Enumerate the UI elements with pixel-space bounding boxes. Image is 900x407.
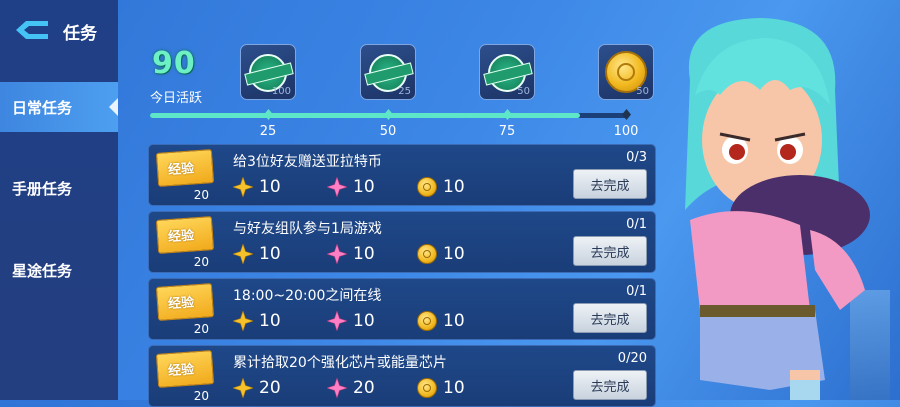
gold-coin-icon — [417, 244, 437, 264]
task-reward: 10 — [417, 311, 465, 331]
character-illustration — [685, 18, 870, 400]
pink-star-icon — [327, 244, 347, 264]
activity-progress-fill — [150, 113, 580, 118]
exp-ticket-label: 经验 — [167, 362, 195, 380]
task-reward: 10 — [417, 244, 465, 264]
task-progress: 0/1 — [626, 284, 647, 299]
task-reward: 10 — [233, 244, 281, 264]
exp-ticket-icon: 经验 — [155, 350, 215, 388]
milestone-reward-count: 50 — [517, 86, 530, 97]
task-card: 经验 20 18:00~20:00之间在线 0/1 10 10 10 去完成 — [148, 278, 656, 340]
exp-count: 20 — [193, 389, 209, 403]
milestone-marker-icon — [384, 109, 393, 120]
exp-ticket-label: 经验 — [167, 161, 195, 179]
task-card: 经验 20 给3位好友赠送亚拉特币 0/3 10 10 10 去完成 — [148, 144, 656, 206]
task-reward: 20 — [233, 378, 281, 398]
pink-star-icon — [327, 177, 347, 197]
task-reward-amount: 10 — [259, 177, 281, 197]
task-title: 18:00~20:00之间在线 — [233, 288, 382, 304]
task-reward: 20 — [327, 378, 375, 398]
task-progress: 0/1 — [626, 217, 647, 232]
pink-star-icon — [327, 311, 347, 331]
task-reward: 10 — [417, 177, 465, 197]
go-complete-button[interactable]: 去完成 — [573, 169, 647, 199]
task-reward-amount: 10 — [353, 244, 375, 264]
task-reward-amount: 10 — [443, 378, 465, 398]
sidebar-item-label: 手册任务 — [12, 179, 73, 198]
milestone-reward-50[interactable]: 25 — [360, 44, 416, 100]
gold-coin-icon — [417, 177, 437, 197]
sidebar-item-daily-tasks[interactable]: 日常任务 — [0, 82, 118, 132]
go-complete-button[interactable]: 去完成 — [573, 303, 647, 333]
gold-star-icon — [233, 177, 253, 197]
milestone-label: 25 — [259, 124, 277, 139]
task-title: 累计拾取20个强化芯片或能量芯片 — [233, 355, 447, 371]
gold-coin-icon — [417, 378, 437, 398]
milestone-reward-count: 50 — [636, 86, 649, 97]
milestone-label: 50 — [379, 124, 397, 139]
task-title: 与好友组队参与1局游戏 — [233, 221, 382, 237]
pink-star-icon — [327, 378, 347, 398]
sidebar-item-handbook-tasks[interactable]: 手册任务 — [0, 163, 118, 213]
task-reward-amount: 10 — [443, 177, 465, 197]
activity-score-label: 今日活跃 — [150, 91, 203, 106]
sidebar-item-label: 星途任务 — [12, 261, 73, 280]
exp-ticket-icon: 经验 — [155, 283, 215, 321]
milestone-reward-count: 25 — [398, 86, 411, 97]
back-icon[interactable] — [12, 18, 52, 42]
task-reward: 10 — [327, 311, 375, 331]
go-complete-button[interactable]: 去完成 — [573, 370, 647, 400]
milestone-reward-25[interactable]: 100 — [240, 44, 296, 100]
task-card: 经验 20 与好友组队参与1局游戏 0/1 10 10 10 去完成 — [148, 211, 656, 273]
task-title: 给3位好友赠送亚拉特币 — [233, 154, 382, 170]
task-progress: 0/20 — [617, 351, 647, 366]
milestone-reward-100[interactable]: 50 — [598, 44, 654, 100]
milestone-reward-75[interactable]: 50 — [479, 44, 535, 100]
milestone-label: 100 — [613, 124, 639, 139]
task-reward: 10 — [417, 378, 465, 398]
task-reward-amount: 20 — [353, 378, 375, 398]
milestone-reward-count: 100 — [271, 86, 291, 97]
sidebar-item-label: 日常任务 — [12, 98, 73, 117]
task-reward-amount: 10 — [443, 311, 465, 331]
task-reward-amount: 10 — [443, 244, 465, 264]
exp-count: 20 — [193, 322, 209, 336]
task-reward: 10 — [327, 177, 375, 197]
task-reward-amount: 10 — [353, 177, 375, 197]
gold-coin-icon — [417, 311, 437, 331]
exp-count: 20 — [193, 255, 209, 269]
task-reward: 10 — [233, 177, 281, 197]
task-progress: 0/3 — [626, 150, 647, 165]
task-reward-amount: 10 — [353, 311, 375, 331]
task-reward-amount: 20 — [259, 378, 281, 398]
task-card: 经验 20 累计拾取20个强化芯片或能量芯片 0/20 20 20 10 去完成 — [148, 345, 656, 407]
gold-star-icon — [233, 311, 253, 331]
sidebar: 任务 日常任务 手册任务 星途任务 — [0, 0, 118, 400]
exp-ticket-icon: 经验 — [155, 216, 215, 254]
milestone-marker-icon — [503, 109, 512, 120]
task-reward: 10 — [327, 244, 375, 264]
exp-count: 20 — [193, 188, 209, 202]
milestone-marker-icon — [264, 109, 273, 120]
gold-star-icon — [233, 244, 253, 264]
task-reward-amount: 10 — [259, 311, 281, 331]
milestone-label: 75 — [498, 124, 516, 139]
activity-score: 90 — [152, 46, 196, 81]
exp-ticket-icon: 经验 — [155, 149, 215, 187]
exp-ticket-label: 经验 — [167, 228, 195, 246]
milestone-marker-icon — [622, 109, 631, 120]
task-reward-amount: 10 — [259, 244, 281, 264]
go-complete-button[interactable]: 去完成 — [573, 236, 647, 266]
page-title: 任务 — [63, 24, 97, 44]
exp-ticket-label: 经验 — [167, 295, 195, 313]
sidebar-item-star-tasks[interactable]: 星途任务 — [0, 245, 118, 295]
task-reward: 10 — [233, 311, 281, 331]
gold-star-icon — [233, 378, 253, 398]
